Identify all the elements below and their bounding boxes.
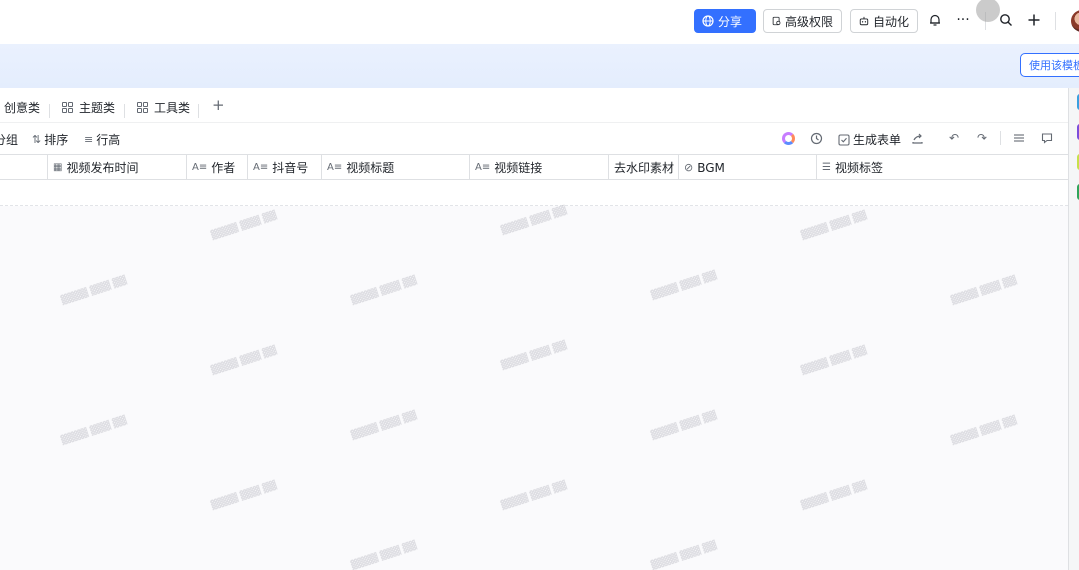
tab-tools[interactable]: 工具类 — [137, 99, 190, 116]
permission-doc-icon — [772, 16, 781, 26]
watermark: ▓▓▓▓ ▓▓▓ ▓▓ — [210, 480, 278, 512]
add-icon[interactable] — [1024, 10, 1044, 30]
column-header-publish-time[interactable]: ▦ 视频发布时间 — [47, 155, 186, 180]
watermark: ▓▓▓▓ ▓▓▓ ▓▓ — [210, 210, 278, 242]
toolbar-divider — [1000, 131, 1001, 145]
watermark: ▓▓▓▓ ▓▓▓ ▓▓ — [60, 415, 128, 447]
row-height-button[interactable]: ≡ 行高 — [84, 131, 120, 148]
text-icon: A≡ — [475, 162, 491, 173]
tab-separator — [49, 104, 50, 118]
column-header-video-tags[interactable]: ☰ 视频标签 — [816, 155, 1068, 180]
watermark: ▓▓▓▓ ▓▓▓ ▓▓ — [650, 410, 718, 442]
add-view-icon[interactable]: + — [212, 96, 225, 114]
right-side-panel-edge[interactable] — [1068, 88, 1079, 570]
automation-button[interactable]: 自动化 — [850, 9, 918, 33]
template-banner: 使用该模板 — [0, 44, 1079, 88]
tab-separator — [198, 104, 199, 118]
use-template-button[interactable]: 使用该模板 — [1020, 53, 1079, 77]
watermark: ▓▓▓▓ ▓▓▓ ▓▓ — [350, 275, 418, 307]
column-label: 视频链接 — [494, 161, 543, 175]
text-icon: A≡ — [327, 162, 343, 173]
column-label: 作者 — [211, 161, 236, 175]
generate-form-label: 生成表单 — [853, 133, 902, 147]
column-header-bgm[interactable]: ⊘ BGM — [678, 155, 816, 180]
sort-button[interactable]: ⇅ 排序 — [32, 131, 68, 148]
watermark: ▓▓▓▓ ▓▓▓ ▓▓ — [800, 210, 868, 242]
grid-body: ▓▓▓▓ ▓▓▓ ▓▓ ▓▓▓▓ ▓▓▓ ▓▓ ▓▓▓▓ ▓▓▓ ▓▓ ▓▓▓▓… — [0, 206, 1068, 570]
column-header-douyin-id[interactable]: A≡ 抖音号 — [247, 155, 321, 180]
column-header-video-link[interactable]: A≡ 视频链接 — [469, 155, 608, 180]
more-options-icon[interactable]: ··· — [953, 10, 973, 30]
group-label: 分组 — [0, 133, 19, 147]
share-label: 分享 — [718, 14, 743, 29]
column-label: 视频标签 — [834, 161, 883, 175]
search-icon[interactable] — [996, 10, 1016, 30]
ai-assistant-icon[interactable] — [780, 130, 796, 146]
undo-icon[interactable]: ↶ — [946, 130, 962, 146]
watermark: ▓▓▓▓ ▓▓▓ ▓▓ — [950, 415, 1018, 447]
robot-icon — [859, 16, 869, 26]
comment-icon[interactable] — [1039, 130, 1055, 146]
topbar-divider-2 — [1055, 12, 1056, 30]
column-label: 去水印素材 — [614, 161, 675, 175]
share-out-icon[interactable] — [909, 130, 925, 146]
view-toolbar: 分组 ⇅ 排序 ≡ 行高 生成表单 ↶ ↷ — [0, 122, 1068, 154]
watermark: ▓▓▓▓ ▓▓▓ ▓▓ — [210, 345, 278, 377]
watermark: ▓▓▓▓ ▓▓▓ ▓▓ — [350, 540, 418, 570]
column-label: 抖音号 — [272, 161, 309, 175]
watermark: ▓▓▓▓ ▓▓▓ ▓▓ — [60, 275, 128, 307]
advanced-permission-button[interactable]: 高级权限 — [763, 9, 842, 33]
column-header-watermark-free[interactable]: 去水印素材 — [608, 155, 678, 180]
attachment-icon: ⊘ — [684, 161, 694, 174]
sort-label: 排序 — [44, 133, 69, 147]
redo-icon[interactable]: ↷ — [974, 130, 990, 146]
tab-theme[interactable]: 主题类 — [62, 99, 115, 116]
text-icon: A≡ — [253, 162, 269, 173]
watermark: ▓▓▓▓ ▓▓▓ ▓▓ — [950, 275, 1018, 307]
top-bar: 分享 高级权限 自动化 ··· — [0, 0, 1079, 44]
list-layout-icon[interactable] — [1011, 130, 1027, 146]
app-window: 分享 高级权限 自动化 ··· 使用该模板 创意类 主题类 工具类 + 分组 ⇅… — [0, 0, 1079, 570]
share-button[interactable]: 分享 — [694, 9, 756, 33]
tab-label: 主题类 — [79, 101, 116, 115]
tab-separator — [124, 104, 125, 118]
watermark: ▓▓▓▓ ▓▓▓ ▓▓ — [650, 270, 718, 302]
advanced-permission-label: 高级权限 — [784, 14, 833, 29]
sort-icon: ⇅ — [32, 133, 42, 146]
form-icon — [838, 133, 850, 146]
tab-label: 工具类 — [154, 101, 191, 115]
column-label: 视频发布时间 — [66, 161, 139, 175]
globe-icon — [702, 15, 714, 27]
watermark: ▓▓▓▓ ▓▓▓ ▓▓ — [500, 480, 568, 512]
column-header-video-title[interactable]: A≡ 视频标题 — [321, 155, 469, 180]
grid-header: ▦ 视频发布时间 A≡ 作者 A≡ 抖音号 A≡ 视频标题 A≡ 视频链接 去水… — [0, 154, 1068, 180]
watermark: ▓▓▓▓ ▓▓▓ ▓▓ — [650, 540, 718, 570]
column-label: BGM — [697, 160, 725, 175]
watermark: ▓▓▓▓ ▓▓▓ ▓▓ — [500, 340, 568, 372]
column-label: 视频标题 — [346, 161, 395, 175]
notification-bell-icon[interactable] — [925, 10, 945, 30]
list-icon: ☰ — [822, 162, 831, 173]
row-height-icon: ≡ — [84, 133, 94, 146]
watermark: ▓▓▓▓ ▓▓▓ ▓▓ — [350, 410, 418, 442]
group-button[interactable]: 分组 — [0, 131, 18, 148]
tab-label: 创意类 — [4, 101, 41, 115]
grid-view-icon — [62, 102, 73, 113]
history-icon[interactable] — [808, 130, 824, 146]
text-icon: A≡ — [192, 162, 208, 173]
automation-label: 自动化 — [872, 14, 909, 29]
add-row-area[interactable] — [0, 180, 1068, 206]
generate-form-button[interactable]: 生成表单 — [838, 131, 901, 148]
view-tabs: 创意类 主题类 工具类 + — [0, 92, 1068, 122]
grid-view-icon — [137, 102, 148, 113]
tab-creative[interactable]: 创意类 — [4, 99, 40, 116]
watermark: ▓▓▓▓ ▓▓▓ ▓▓ — [500, 205, 568, 237]
row-height-label: 行高 — [96, 133, 121, 147]
column-header-author[interactable]: A≡ 作者 — [186, 155, 247, 180]
calendar-icon: ▦ — [53, 162, 63, 173]
watermark: ▓▓▓▓ ▓▓▓ ▓▓ — [800, 345, 868, 377]
avatar[interactable] — [1071, 10, 1079, 32]
watermark: ▓▓▓▓ ▓▓▓ ▓▓ — [800, 480, 868, 512]
